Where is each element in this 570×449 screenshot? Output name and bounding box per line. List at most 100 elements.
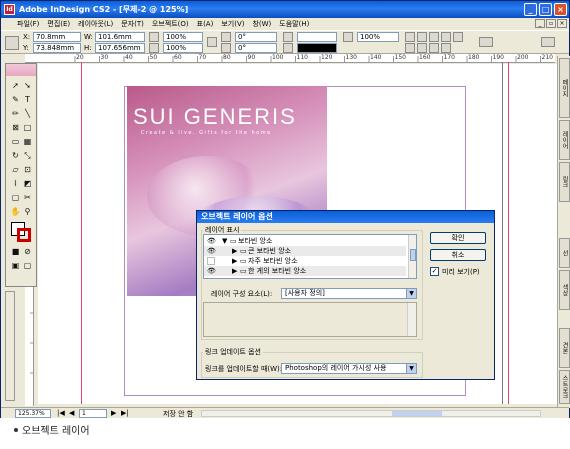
constrain-proportions-icon[interactable] bbox=[149, 32, 159, 42]
free-transform-tool-icon[interactable]: ⊡ bbox=[22, 164, 33, 175]
doc-minimize-icon[interactable]: _ bbox=[535, 19, 545, 28]
stroke-swatch[interactable] bbox=[17, 228, 31, 242]
drop-shadow-icon[interactable] bbox=[417, 32, 427, 42]
menu-table[interactable]: 표(A) bbox=[197, 19, 214, 29]
table-icon[interactable]: ▦ bbox=[22, 136, 33, 147]
layers-panel-tab[interactable]: 레이어 bbox=[559, 120, 570, 160]
shear-icon[interactable] bbox=[221, 43, 231, 53]
apply-color-icon[interactable]: ■ bbox=[10, 246, 21, 257]
rectangle-frame-tool-icon[interactable]: ⊠ bbox=[10, 122, 21, 133]
stroke-icon[interactable] bbox=[283, 43, 293, 53]
rotate-field[interactable]: 0° bbox=[235, 32, 277, 42]
scrollbar-thumb[interactable] bbox=[410, 249, 416, 261]
list-item[interactable]: 👁 ▶ ▭ 한 게의 보타빈 앙소 bbox=[204, 266, 406, 276]
shear-field[interactable]: 0° bbox=[235, 43, 277, 53]
cancel-button[interactable]: 취소 bbox=[430, 249, 486, 261]
scale-tool-icon[interactable]: ⤡ bbox=[22, 150, 33, 161]
layer-list-scrollbar[interactable] bbox=[408, 235, 416, 278]
links-panel-tab[interactable]: 링크 bbox=[559, 162, 570, 202]
menu-object[interactable]: 오브젝트(O) bbox=[152, 19, 189, 29]
shear-tool-icon[interactable]: ▱ bbox=[10, 164, 21, 175]
scale-y-field[interactable]: 100% bbox=[163, 43, 203, 53]
palette-well-icon[interactable] bbox=[541, 37, 555, 47]
stroke-panel-tab[interactable]: 선 bbox=[559, 238, 570, 268]
y-field[interactable]: 73.848mm bbox=[33, 43, 81, 53]
link-icon[interactable] bbox=[207, 37, 217, 47]
rotate-tool-icon[interactable]: ↻ bbox=[10, 150, 21, 161]
strokes-panel-tab[interactable]: 스트로크 bbox=[559, 370, 570, 404]
list-item[interactable]: 👁 ▼ ▭ 보타빈 앙소 bbox=[204, 236, 406, 246]
menu-edit[interactable]: 편집(E) bbox=[47, 19, 70, 29]
update-links-select[interactable]: Photoshop의 레이어 가시성 사용 ▼ bbox=[281, 363, 417, 374]
reference-point-icon[interactable] bbox=[5, 36, 19, 50]
expand-icon[interactable]: ▶ bbox=[232, 256, 237, 266]
distribute-icon[interactable] bbox=[453, 32, 463, 42]
eye-hidden-icon[interactable] bbox=[207, 257, 215, 265]
effects-icon[interactable] bbox=[405, 32, 415, 42]
wrap-icon[interactable] bbox=[343, 32, 353, 42]
eye-icon[interactable]: 👁 bbox=[207, 246, 216, 256]
gradient-tool-icon[interactable]: ◩ bbox=[22, 178, 33, 189]
button-tool-icon[interactable]: ▭ bbox=[10, 136, 21, 147]
feather-icon[interactable] bbox=[429, 32, 439, 42]
expand-icon[interactable]: ▶ bbox=[232, 246, 237, 256]
maximize-icon[interactable]: □ bbox=[539, 3, 552, 16]
menu-help[interactable]: 도움말(H) bbox=[279, 19, 309, 29]
prev-page-icon[interactable]: ◀ bbox=[69, 409, 74, 417]
height-field[interactable]: 107.656mm bbox=[95, 43, 145, 53]
width-field[interactable]: 101.6mm bbox=[95, 32, 145, 42]
pages-panel-tab[interactable]: 페이지 bbox=[559, 58, 570, 118]
select-container-icon[interactable] bbox=[429, 43, 439, 53]
color-panel-tab[interactable]: 색상 bbox=[559, 270, 570, 310]
direct-selection-tool-icon[interactable]: ➘ bbox=[22, 80, 33, 91]
stroke-style-field[interactable] bbox=[297, 43, 337, 53]
chevron-down-icon[interactable]: ▼ bbox=[406, 289, 416, 298]
list-item[interactable]: ▶ ▭ 자주 보타빈 앙소 bbox=[204, 256, 406, 266]
layer-list[interactable]: 👁 ▼ ▭ 보타빈 앙소 👁 ▶ ▭ 큰 보타빈 앙소 ▶ ▭ 자주 보타빈 앙… bbox=[203, 234, 417, 279]
eyedropper-tool-icon[interactable]: ⌇ bbox=[10, 178, 21, 189]
line-tool-icon[interactable]: ╲ bbox=[22, 108, 33, 119]
pen-tool-icon[interactable]: ✎ bbox=[10, 94, 21, 105]
swatches-panel-tab[interactable]: 견본 bbox=[559, 328, 570, 368]
page-number-field[interactable]: 1 bbox=[79, 409, 107, 418]
menu-file[interactable]: 파일(F) bbox=[17, 19, 39, 29]
flip-h-icon[interactable] bbox=[405, 43, 415, 53]
expand-icon[interactable]: ▶ bbox=[232, 266, 237, 276]
apply-none-icon[interactable]: ⊘ bbox=[22, 246, 33, 257]
zoom-level-field[interactable]: 125.37% bbox=[15, 409, 51, 418]
zoom-tool-icon[interactable]: ⚲ bbox=[22, 206, 33, 217]
eye-icon[interactable]: 👁 bbox=[207, 266, 216, 276]
menu-type[interactable]: 문자(T) bbox=[121, 19, 144, 29]
eye-icon[interactable]: 👁 bbox=[207, 236, 216, 246]
button-rollover-icon[interactable]: ▢ bbox=[10, 192, 21, 203]
menu-view[interactable]: 보기(V) bbox=[221, 19, 244, 29]
flip-v-icon[interactable] bbox=[417, 43, 427, 53]
ok-button[interactable]: 확인 bbox=[430, 232, 486, 244]
minimize-icon[interactable]: _ bbox=[524, 3, 537, 16]
doc-restore-icon[interactable]: ▫ bbox=[546, 19, 556, 28]
scale-x-field[interactable]: 100% bbox=[163, 32, 203, 42]
preview-checkbox[interactable]: ✓ bbox=[430, 267, 439, 276]
stroke-weight-field[interactable] bbox=[297, 32, 337, 42]
first-page-icon[interactable]: |◀ bbox=[57, 409, 65, 417]
zoom-field[interactable]: 100% bbox=[357, 32, 399, 42]
next-page-icon[interactable]: ▶ bbox=[111, 409, 116, 417]
menu-layout[interactable]: 레이아웃(L) bbox=[78, 19, 113, 29]
list-item[interactable]: 👁 ▶ ▭ 큰 보타빈 앙소 bbox=[204, 246, 406, 256]
horizontal-scrollbar[interactable] bbox=[201, 410, 541, 417]
rectangle-tool-icon[interactable]: □ bbox=[22, 122, 33, 133]
panel-menu-icon[interactable] bbox=[479, 37, 493, 47]
close-icon[interactable]: × bbox=[554, 3, 567, 16]
notes-scrollbar[interactable] bbox=[407, 303, 416, 336]
menu-window[interactable]: 창(W) bbox=[252, 19, 271, 29]
scissors-tool-icon[interactable]: ✂ bbox=[22, 192, 33, 203]
doc-close-icon[interactable]: × bbox=[557, 19, 567, 28]
rotate-icon[interactable] bbox=[221, 32, 231, 42]
pencil-tool-icon[interactable]: ✏ bbox=[10, 108, 21, 119]
preview-mode-icon[interactable]: ▢ bbox=[22, 260, 33, 271]
layer-comp-select[interactable]: [사용자 정의] ▼ bbox=[281, 288, 417, 299]
normal-view-icon[interactable]: ▣ bbox=[10, 260, 21, 271]
chevron-down-icon[interactable]: ▼ bbox=[406, 364, 416, 373]
hand-tool-icon[interactable]: ✋ bbox=[10, 206, 21, 217]
last-page-icon[interactable]: ▶| bbox=[121, 409, 129, 417]
